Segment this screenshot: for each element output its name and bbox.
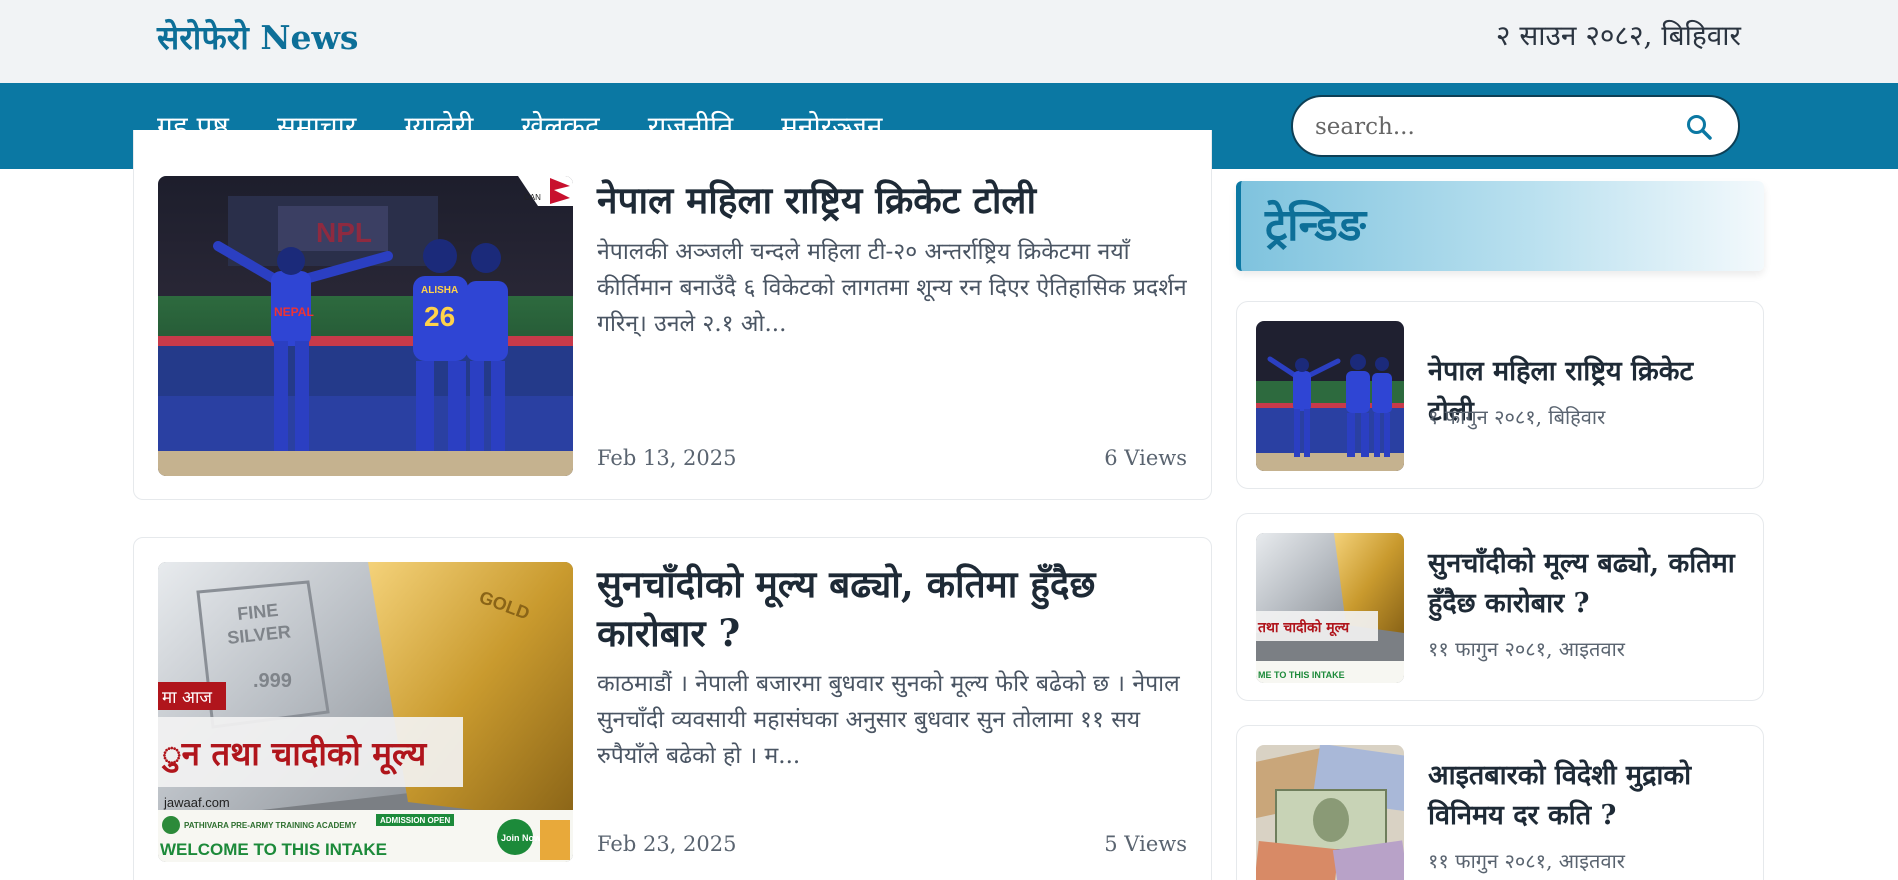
trending-header: ट्रेन्डिङ: [1236, 181, 1764, 271]
trending-thumbnail-gold-silver[interactable]: तथा चादीको मूल्य ME TO THIS INTAKE: [1256, 533, 1404, 683]
article-card[interactable]: FINE SILVER .999 GOLD मा आज ुन तथा चादीक…: [133, 537, 1212, 880]
trending-item[interactable]: तथा चादीको मूल्य ME TO THIS INTAKE सुनचा…: [1236, 513, 1764, 701]
silver-bar-purity: .999: [253, 670, 292, 692]
thumb-headline: तथा चादीको मूल्य: [1257, 619, 1350, 637]
jersey-name: ALISHA: [421, 285, 458, 296]
site-title[interactable]: सेरोफेरो News: [157, 14, 358, 59]
article-image-gold-silver[interactable]: FINE SILVER .999 GOLD मा आज ुन तथा चादीक…: [158, 562, 573, 862]
ad-academy: PATHIVARA PRE-ARMY TRAINING ACADEMY: [184, 821, 357, 830]
article-card[interactable]: NPL CAN NEPAL ALISHA 26 नेपाल महिला राष्…: [133, 130, 1212, 500]
trending-item-date: ११ फागुन २०८१, आइतवार: [1428, 849, 1625, 873]
article-excerpt: काठमाडौं । नेपाली बजारमा बुधवार सुनको मू…: [597, 671, 1180, 769]
trending-item-date: ११ फागुन २०८१, आइतवार: [1428, 637, 1625, 661]
trending-title: ट्रेन्डिङ: [1265, 200, 1366, 251]
image-site: jawaaf.com: [163, 795, 230, 810]
trending-item-title[interactable]: आइतबारको विदेशी मुद्राको विनिमय दर कति ?: [1428, 756, 1745, 836]
thumb-ad: ME TO THIS INTAKE: [1258, 670, 1345, 680]
image-headline: ुन तथा चादीको मूल्य: [161, 734, 428, 775]
trending-item-date: १ फागुन २०८१, बिहिवार: [1428, 405, 1606, 429]
article-excerpt: नेपालकी अञ्जली चन्दले महिला टी-२० अन्तर्…: [597, 239, 1187, 337]
article-date: Feb 13, 2025: [597, 446, 737, 470]
article-views: 6 Views: [1104, 446, 1187, 470]
current-date: २ साउन २०८२, बिहिवार: [1495, 19, 1741, 52]
trending-thumbnail-currency[interactable]: [1256, 745, 1404, 880]
trending-thumbnail-cricket[interactable]: [1256, 321, 1404, 471]
image-tag: मा आज: [162, 688, 212, 708]
trending-item-title[interactable]: सुनचाँदीको मूल्य बढ्यो, कतिमा हुँदैछ कार…: [1428, 544, 1745, 624]
silver-bar-line1: FINE: [236, 600, 279, 624]
article-title[interactable]: नेपाल महिला राष्ट्रिय क्रिकेट टोली: [597, 176, 1187, 225]
article-date: Feb 23, 2025: [597, 832, 737, 856]
article-views: 5 Views: [1104, 832, 1187, 856]
trending-item[interactable]: नेपाल महिला राष्ट्रिय क्रिकेट टोली १ फाग…: [1236, 301, 1764, 489]
article-title[interactable]: सुनचाँदीको मूल्य बढ्यो, कतिमा हुँदैछ कार…: [597, 560, 1187, 658]
search-input[interactable]: [1315, 109, 1665, 145]
trending-item[interactable]: आइतबारको विदेशी मुद्राको विनिमय दर कति ?…: [1236, 725, 1764, 880]
ad-intake: WELCOME TO THIS INTAKE: [160, 840, 387, 859]
article-image-cricket[interactable]: NPL CAN NEPAL ALISHA 26: [158, 176, 573, 476]
search-box: [1291, 95, 1740, 157]
ad-join-button: Join Now: [501, 833, 542, 843]
corner-logo-text: CAN: [524, 193, 541, 202]
jersey-number: 26: [424, 301, 455, 332]
search-icon[interactable]: [1684, 112, 1714, 142]
ad-badge: ADMISSION OPEN: [380, 816, 450, 825]
top-bar: सेरोफेरो News २ साउन २०८२, बिहिवार: [0, 0, 1898, 83]
banner-text: NPL: [316, 217, 372, 248]
shirt-text: NEPAL: [274, 305, 314, 319]
